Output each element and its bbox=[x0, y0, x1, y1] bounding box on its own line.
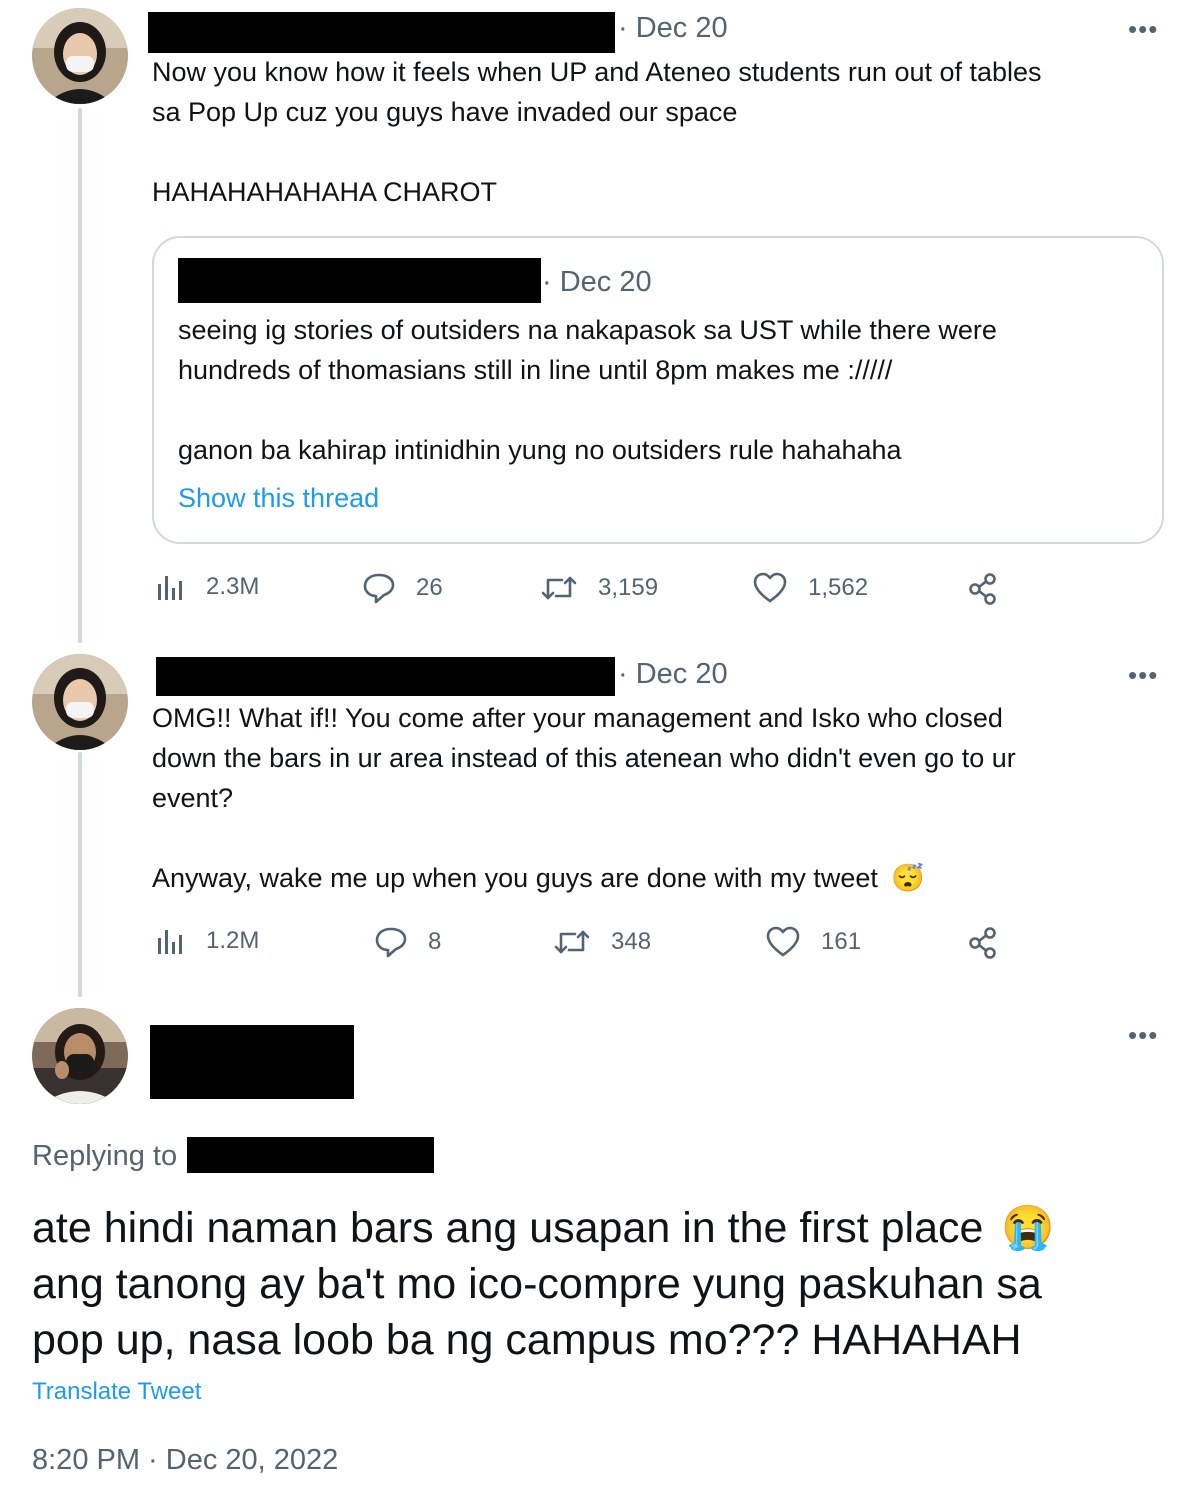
tweet-timestamp[interactable]: 8:20 PM · Dec 20, 2022 bbox=[32, 1444, 338, 1477]
loudly-crying-face-emoji: 😭 bbox=[1001, 1204, 1055, 1252]
avatar[interactable] bbox=[32, 1008, 128, 1104]
tweet-text-line: Anyway, wake me up when you guys are don… bbox=[152, 858, 1162, 898]
tweet-text-line: Now you know how it feels when UP and At… bbox=[152, 57, 1042, 87]
heart-icon bbox=[752, 572, 788, 604]
reply-action[interactable]: 8 bbox=[374, 926, 441, 958]
reply-count: 8 bbox=[428, 928, 442, 955]
tweet-date[interactable]: · Dec 20 bbox=[618, 658, 728, 691]
more-options-button[interactable]: ••• bbox=[1128, 1022, 1158, 1048]
analytics-icon bbox=[156, 926, 186, 956]
views-action[interactable]: 2.3M bbox=[156, 572, 259, 602]
retweet-count: 348 bbox=[611, 928, 652, 955]
views-action[interactable]: 1.2M bbox=[156, 926, 259, 956]
like-action[interactable]: 161 bbox=[765, 926, 861, 958]
reply-icon bbox=[374, 926, 408, 958]
redacted-reply-handle[interactable] bbox=[187, 1137, 434, 1173]
translate-tweet-link[interactable]: Translate Tweet bbox=[32, 1378, 201, 1406]
sleeping-face-emoji: 😴 bbox=[891, 863, 926, 893]
retweet-action[interactable]: 3,159 bbox=[540, 572, 658, 604]
quoted-tweet-date[interactable]: · Dec 20 bbox=[542, 266, 652, 299]
quoted-tweet-text: seeing ig stories of outsiders na nakapa… bbox=[178, 310, 1138, 470]
reply-action[interactable]: 26 bbox=[362, 572, 443, 604]
avatar[interactable] bbox=[32, 654, 128, 750]
tweet-text-line: event? bbox=[152, 783, 234, 813]
retweet-icon bbox=[540, 572, 578, 604]
views-count: 1.2M bbox=[206, 927, 260, 954]
show-thread-link[interactable]: Show this thread bbox=[178, 478, 379, 518]
reply-count: 26 bbox=[416, 574, 443, 601]
tweet-text: OMG!! What if!! You come after your mana… bbox=[152, 698, 1162, 898]
more-options-button[interactable]: ••• bbox=[1128, 16, 1158, 42]
quoted-text-line: hundreds of thomasians still in line unt… bbox=[178, 355, 893, 385]
tweet-text-line: sa Pop Up cuz you guys have invaded our … bbox=[152, 97, 738, 127]
tweet-date[interactable]: · Dec 20 bbox=[618, 12, 728, 45]
main-tweet-text: ate hindi naman bars ang usapan in the f… bbox=[32, 1200, 1172, 1368]
tweet-text-line: OMG!! What if!! You come after your mana… bbox=[152, 703, 1003, 733]
main-text-line: ate hindi naman bars ang usapan in the f… bbox=[32, 1200, 1172, 1256]
like-action[interactable]: 1,562 bbox=[752, 572, 868, 604]
share-icon bbox=[966, 926, 1000, 960]
tweet-text: Now you know how it feels when UP and At… bbox=[152, 52, 1162, 212]
share-action[interactable] bbox=[966, 926, 1000, 960]
main-text-segment: ate hindi naman bars ang usapan in the f… bbox=[32, 1204, 984, 1252]
redacted-username bbox=[156, 657, 615, 696]
more-options-button[interactable]: ••• bbox=[1128, 662, 1158, 688]
redacted-quoted-username bbox=[178, 258, 541, 303]
retweet-count: 3,159 bbox=[598, 574, 659, 601]
views-count: 2.3M bbox=[206, 573, 260, 600]
share-icon bbox=[966, 572, 1000, 606]
replying-to-label: Replying to bbox=[32, 1140, 178, 1172]
quoted-text-line: ganon ba kahirap intinidhin yung no outs… bbox=[178, 435, 902, 465]
main-text-line: ang tanong ay ba't mo ico-compre yung pa… bbox=[32, 1260, 1042, 1308]
like-count: 1,562 bbox=[808, 574, 869, 601]
retweet-icon bbox=[553, 926, 591, 958]
tweet-text-segment: Anyway, wake me up when you guys are don… bbox=[152, 863, 878, 893]
tweet-text-line: HAHAHAHAHAHA CHAROT bbox=[152, 177, 498, 207]
redacted-username bbox=[150, 1025, 354, 1099]
retweet-action[interactable]: 348 bbox=[553, 926, 651, 958]
quoted-text-line: seeing ig stories of outsiders na nakapa… bbox=[178, 315, 997, 345]
reply-icon bbox=[362, 572, 396, 604]
share-action[interactable] bbox=[966, 572, 1000, 606]
tweet-text-line: down the bars in ur area instead of this… bbox=[152, 743, 1016, 773]
thread-line bbox=[78, 108, 82, 643]
like-count: 161 bbox=[821, 928, 862, 955]
avatar[interactable] bbox=[32, 8, 128, 104]
thread-line bbox=[78, 752, 82, 997]
heart-icon bbox=[765, 926, 801, 958]
redacted-username bbox=[148, 12, 615, 53]
main-text-line: pop up, nasa loob ba ng campus mo??? HAH… bbox=[32, 1316, 1022, 1364]
analytics-icon bbox=[156, 572, 186, 602]
